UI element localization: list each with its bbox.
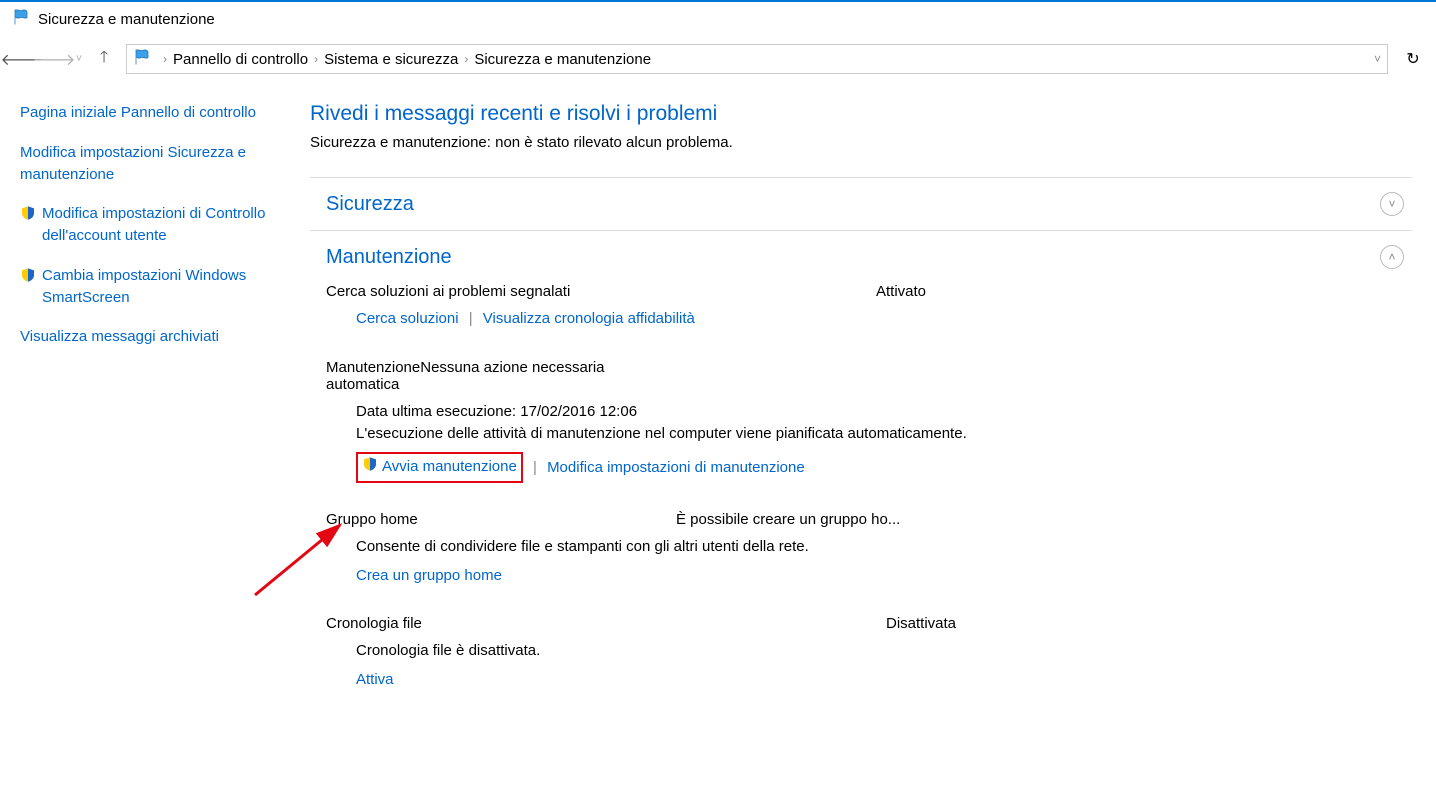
- item-auto-maintenance: Manutenzione automatica Nessuna azione n…: [326, 359, 1396, 484]
- sidebar-link-smartscreen[interactable]: Cambia impostazioni Windows SmartScreen: [20, 265, 300, 309]
- item-problem-solutions: Cerca soluzioni ai problemi segnalati At…: [326, 283, 1396, 331]
- annotation-highlight: Avvia manutenzione: [356, 452, 523, 484]
- section-header-security[interactable]: Sicurezza ˅: [310, 178, 1412, 230]
- forward-button[interactable]: 🡒: [40, 45, 68, 73]
- item-status: Attivato: [876, 283, 1396, 300]
- sidebar-link-security-settings[interactable]: Modifica impostazioni Sicurezza e manute…: [20, 142, 300, 186]
- item-title: Gruppo home: [326, 511, 676, 528]
- sidebar-link-archived[interactable]: Visualizza messaggi archiviati: [20, 326, 300, 348]
- chevron-right-icon[interactable]: ›: [314, 52, 318, 66]
- sidebar-link-home[interactable]: Pagina iniziale Pannello di controllo: [20, 102, 300, 124]
- link-activate-file-history[interactable]: Attiva: [356, 671, 394, 688]
- breadcrumb-item[interactable]: Pannello di controllo: [173, 51, 308, 68]
- chevron-up-icon: ˄: [1380, 245, 1404, 269]
- auto-maintenance-last-run: Data ultima esecuzione: 17/02/2016 12:06: [326, 401, 1396, 424]
- window-title: Sicurezza e manutenzione: [38, 11, 215, 28]
- homegroup-desc: Consente di condividere file e stampanti…: [326, 536, 1396, 559]
- item-status: È possibile creare un gruppo ho...: [676, 511, 1396, 528]
- page-subheading: Sicurezza e manutenzione: non è stato ri…: [310, 134, 1412, 151]
- item-title: Cronologia file: [326, 615, 886, 632]
- breadcrumb-item[interactable]: Sicurezza e manutenzione: [474, 51, 651, 68]
- shield-icon: [362, 456, 378, 480]
- recent-dropdown[interactable]: ˅: [72, 45, 86, 73]
- chevron-right-icon[interactable]: ›: [163, 52, 167, 66]
- item-homegroup: Gruppo home È possibile creare un gruppo…: [326, 511, 1396, 587]
- shield-icon: [20, 205, 36, 228]
- section-header-maintenance[interactable]: Manutenzione ˄: [310, 231, 1412, 283]
- item-title: Cerca soluzioni ai problemi segnalati: [326, 283, 876, 300]
- page-heading: Rivedi i messaggi recenti e risolvi i pr…: [310, 102, 1412, 126]
- chevron-down-icon: ˅: [1380, 192, 1404, 216]
- breadcrumb[interactable]: › Pannello di controllo › Sistema e sicu…: [126, 44, 1388, 74]
- chevron-right-icon[interactable]: ›: [464, 52, 468, 66]
- flag-icon: [133, 48, 151, 70]
- main-content: Rivedi i messaggi recenti e risolvi i pr…: [310, 102, 1436, 729]
- up-button[interactable]: 🡑: [90, 45, 118, 73]
- window-title-bar: Sicurezza e manutenzione: [0, 2, 1436, 40]
- item-status: Nessuna azione necessaria: [420, 359, 1396, 393]
- file-history-desc: Cronologia file è disattivata.: [326, 640, 1396, 663]
- item-title: Manutenzione automatica: [326, 359, 420, 393]
- sidebar: Pagina iniziale Pannello di controllo Mo…: [20, 102, 310, 729]
- sidebar-link-uac-settings[interactable]: Modifica impostazioni di Controllo dell'…: [20, 203, 300, 247]
- chevron-down-icon[interactable]: ˅: [1374, 52, 1381, 66]
- item-file-history: Cronologia file Disattivata Cronologia f…: [326, 615, 1396, 691]
- link-maintenance-settings[interactable]: Modifica impostazioni di manutenzione: [547, 459, 805, 476]
- link-create-homegroup[interactable]: Crea un gruppo home: [356, 567, 502, 584]
- shield-icon: [20, 267, 36, 290]
- refresh-button[interactable]: ↻: [1398, 44, 1428, 74]
- link-search-solutions[interactable]: Cerca soluzioni: [356, 310, 459, 327]
- nav-bar: 🡐 🡒 ˅ 🡑 › Pannello di controllo › Sistem…: [0, 40, 1436, 82]
- flag-icon: [12, 8, 30, 30]
- breadcrumb-item[interactable]: Sistema e sicurezza: [324, 51, 458, 68]
- auto-maintenance-desc: L'esecuzione delle attività di manutenzi…: [326, 423, 1396, 446]
- item-status: Disattivata: [886, 615, 1396, 632]
- link-reliability-history[interactable]: Visualizza cronologia affidabilità: [483, 310, 695, 327]
- link-start-maintenance[interactable]: Avvia manutenzione: [382, 456, 517, 479]
